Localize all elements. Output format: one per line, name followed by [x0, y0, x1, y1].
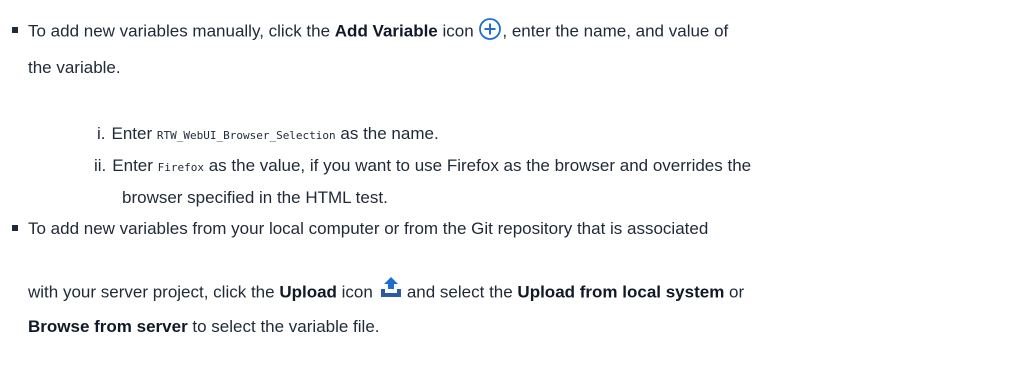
bullet-marker — [12, 224, 18, 231]
bullet-marker — [12, 27, 18, 33]
step-ii-text-b: as the value, if you want to use Firefox… — [204, 156, 752, 175]
bullet1-text-a: To add new variables manually, click the — [28, 21, 335, 41]
upload-label: Upload — [279, 282, 337, 302]
document-body: To add new variables manually, click the… — [0, 0, 1030, 373]
add-circle-icon — [478, 17, 502, 41]
step-i-code: RTW_WebUI_Browser_Selection — [156, 129, 336, 142]
bullet2-line2: with your server project, click the Uplo… — [28, 277, 745, 305]
step-i: i. Enter RTW_WebUI_Browser_Selection as t… — [97, 123, 439, 147]
step-ii: ii. Enter Firefox as the value, if you wa… — [94, 155, 751, 179]
bullet-add-variable: To add new variables manually, click the… — [12, 17, 729, 44]
step-i-text-a: Enter — [111, 124, 157, 143]
bullet2-line1: To add new variables from your local com… — [28, 219, 709, 238]
bullet2-text-b: icon — [336, 282, 373, 302]
bullet2-text-a: with your server project, click the — [28, 282, 280, 302]
add-variable-label: Add Variable — [334, 21, 438, 41]
step-i-marker: i. — [97, 124, 106, 143]
upload-icon — [379, 275, 403, 299]
upload-from-local-label: Upload from local system — [517, 282, 725, 302]
bullet2-line3: Browse from server to select the variabl… — [28, 316, 380, 338]
bullet1-continuation: the variable. — [28, 58, 121, 77]
bullet-upload: To add new variables from your local com… — [12, 218, 708, 240]
step-ii-text-a: Enter — [112, 156, 158, 175]
step-ii-marker: ii. — [94, 156, 107, 175]
bullet1-text-c: , enter the name, and value of — [502, 21, 729, 41]
bullet2-text-d: or — [724, 282, 745, 302]
step-i-text-b: as the name. — [335, 124, 439, 143]
bullet2-text-e: to select the variable file. — [187, 317, 380, 336]
step-ii-continuation: browser specified in the HTML test. — [122, 188, 388, 207]
step-ii-code: Firefox — [157, 161, 204, 174]
bullet1-text-b: icon — [437, 21, 479, 41]
browse-from-server-label: Browse from server — [28, 317, 188, 336]
bullet2-text-c: and select the — [406, 282, 518, 302]
